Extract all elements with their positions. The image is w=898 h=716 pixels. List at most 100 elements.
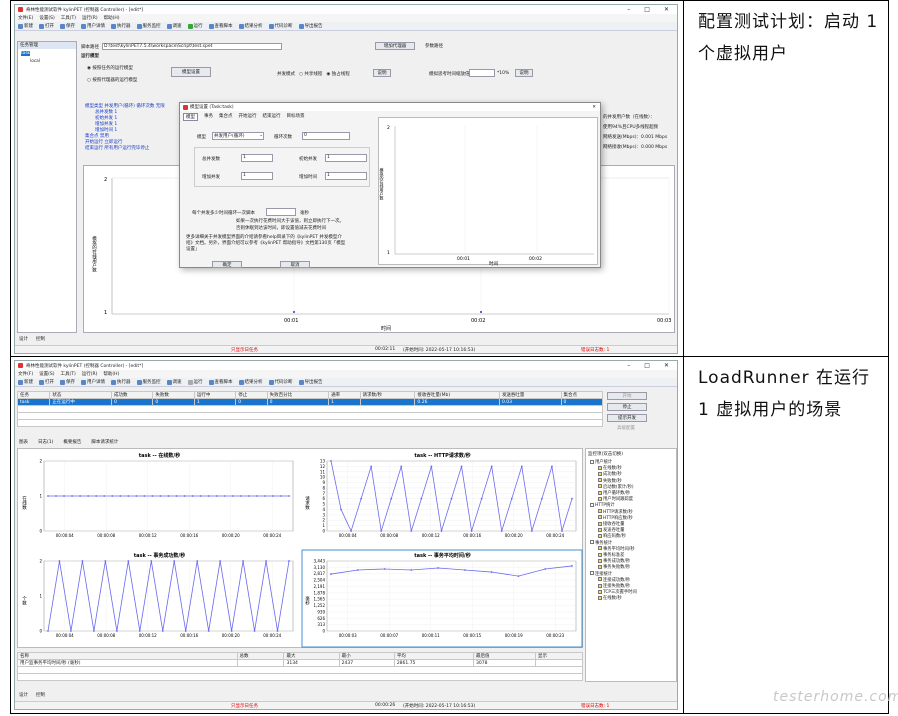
close-icon[interactable]: ✕ (664, 362, 669, 369)
checkbox-icon[interactable] (598, 521, 602, 526)
start-button[interactable]: 开始 (607, 392, 647, 400)
tree-local[interactable]: local (30, 59, 40, 64)
menu-help[interactable]: 帮助(H) (103, 371, 119, 377)
menu-settings[interactable]: 设置(S) (39, 371, 54, 377)
cancel-button[interactable]: 取消 (280, 261, 310, 268)
checkbox-icon[interactable] (598, 509, 602, 514)
tab-summary-report[interactable]: 概要报告 (63, 439, 81, 445)
export-report-button[interactable]: 导出报告 (298, 23, 323, 29)
tree-leaf[interactable]: 连接成功数/秒 (598, 577, 630, 583)
menu-tools[interactable]: 工具(T) (60, 371, 75, 377)
menu-file[interactable]: 文件(F) (18, 371, 33, 377)
run-button[interactable]: 运行 (187, 23, 203, 29)
checkbox-icon[interactable] (598, 546, 602, 551)
tree-leaf[interactable]: 启动数(累计/秒) (598, 484, 634, 490)
add-time-input[interactable]: 1 (325, 172, 367, 180)
checkbox-icon[interactable] (598, 465, 602, 470)
save-button[interactable]: 保存 (60, 379, 75, 385)
maximize-icon[interactable]: □ (644, 6, 650, 13)
think-time-input[interactable] (469, 69, 495, 77)
result-analysis-button[interactable]: 结果分析 (238, 23, 263, 29)
executor-button[interactable]: 执行器 (111, 379, 131, 385)
maximize-icon[interactable]: □ (644, 362, 650, 369)
minimize-icon[interactable]: – (627, 362, 630, 369)
result-analysis-button[interactable]: 结果分析 (238, 379, 263, 385)
speed-button[interactable]: 调速 (166, 379, 182, 385)
tab-script-stats[interactable]: 脚本请求统计 (91, 439, 118, 445)
monitor-button[interactable]: 服务监控 (136, 23, 161, 29)
menu-run[interactable]: 运行(R) (82, 371, 98, 377)
radio-exclusive-thread[interactable]: ◉ 独占线程 (326, 71, 349, 77)
user-detail-button[interactable]: 用户详情 (81, 379, 105, 385)
tree-leaf[interactable]: 成功数/秒 (598, 471, 622, 477)
menu-tools[interactable]: 工具(T) (61, 15, 76, 21)
tab-control[interactable]: 控制 (36, 692, 45, 698)
minimize-icon[interactable]: – (627, 6, 630, 13)
open-button[interactable]: 打开 (39, 379, 54, 385)
checkbox-icon[interactable] (590, 459, 594, 464)
tree-task[interactable]: task (21, 51, 31, 56)
view-script-button[interactable]: 查看脚本 (208, 379, 233, 385)
script-path-input[interactable]: D:\test\kylinPET7.5.4\workspace\Script\t… (102, 43, 282, 50)
add-agent-button[interactable]: 增加代理器 (375, 42, 415, 50)
checkbox-icon[interactable] (598, 533, 602, 538)
tree-group[interactable]: 连接统计 (590, 571, 612, 577)
tree-leaf[interactable]: 接收吞吐量 (598, 521, 624, 527)
checkbox-icon[interactable] (598, 490, 602, 495)
loop-count-input[interactable]: 0 (302, 132, 350, 140)
menu-settings[interactable]: 设置(S) (39, 15, 54, 21)
tree-leaf[interactable]: 响应码数/秒 (598, 533, 626, 539)
checkbox-icon[interactable] (598, 577, 602, 582)
tree-group[interactable]: 事务统计 (590, 540, 612, 546)
checkbox-icon[interactable] (598, 583, 602, 588)
checkbox-icon[interactable] (598, 515, 602, 520)
tab-end-run[interactable]: 结束运行 (263, 113, 281, 121)
tab-model[interactable]: 模型 (183, 113, 198, 121)
tree-leaf[interactable]: HTTP响应数/秒 (598, 515, 633, 521)
tab-control[interactable]: 控制 (36, 336, 45, 342)
checkbox-icon[interactable] (598, 471, 602, 476)
radio-task-model[interactable]: ◉ 按照任务的运行模型 (87, 65, 133, 71)
tree-leaf[interactable]: 失败数/秒 (598, 478, 622, 484)
menu-run[interactable]: 运行(R) (82, 15, 98, 21)
checkbox-icon[interactable] (598, 552, 602, 557)
checkbox-icon[interactable] (598, 478, 602, 483)
tab-logs[interactable]: 日志(1) (38, 439, 53, 445)
tab-charts[interactable]: 图表 (19, 439, 28, 445)
run-button[interactable]: 运行 (187, 379, 203, 385)
tab-start-run[interactable]: 开始运行 (239, 113, 257, 121)
loop-interval-input[interactable] (266, 208, 296, 216)
initial-input[interactable]: 1 (325, 154, 367, 162)
stats-row[interactable]: 用户监事务平均时间/秒 (毫秒) 3134 2437 2861.75 3078 (17, 659, 583, 667)
tree-leaf[interactable]: 连接失败数/秒 (598, 583, 630, 589)
checkbox-icon[interactable] (590, 502, 594, 507)
tab-target-scene[interactable]: 目标场景 (287, 113, 305, 121)
status-error-count[interactable]: 错误日志数: 1 (581, 347, 609, 353)
monitor-button[interactable]: 服务监控 (136, 379, 161, 385)
checkbox-icon[interactable] (598, 496, 602, 501)
explain-button[interactable]: 说明 (373, 69, 391, 77)
ok-button[interactable]: 确定 (212, 261, 242, 268)
tree-group[interactable]: HTTP统计 (590, 502, 615, 508)
checkbox-icon[interactable] (598, 558, 602, 563)
stop-button[interactable]: 停止 (607, 403, 647, 411)
tree-leaf[interactable]: 在线数/秒 (598, 595, 622, 601)
dialog-close-icon[interactable]: ✕ (592, 105, 600, 110)
advanced-config-link[interactable]: 高级配置 (617, 425, 635, 431)
prompt-button[interactable]: 提示开发 (607, 414, 647, 422)
radio-agent-model[interactable]: ○ 按照代理器的运行模型 (87, 77, 137, 83)
menu-file[interactable]: 文件(E) (18, 15, 33, 21)
tree-leaf[interactable]: 事务成功数/秒 (598, 558, 630, 564)
think-explain-button[interactable]: 说明 (515, 69, 533, 77)
add-input[interactable]: 1 (241, 172, 273, 180)
tree-leaf[interactable]: TCP三次握手时间 (598, 589, 637, 595)
tree-leaf[interactable]: 在线数/秒 (598, 465, 622, 471)
close-icon[interactable]: ✕ (664, 6, 669, 13)
code-diagnosis-button[interactable]: 代码诊断 (268, 379, 293, 385)
checkbox-icon[interactable] (598, 484, 602, 489)
total-input[interactable]: 1 (241, 154, 273, 162)
tree-leaf[interactable]: 用户循环数/秒 (598, 490, 630, 496)
menu-help[interactable]: 帮助(H) (104, 15, 120, 21)
model-select[interactable]: 并发用户(循环) ⌄ (212, 132, 264, 140)
tree-leaf[interactable]: 用户时间跟踪度 (598, 496, 633, 502)
